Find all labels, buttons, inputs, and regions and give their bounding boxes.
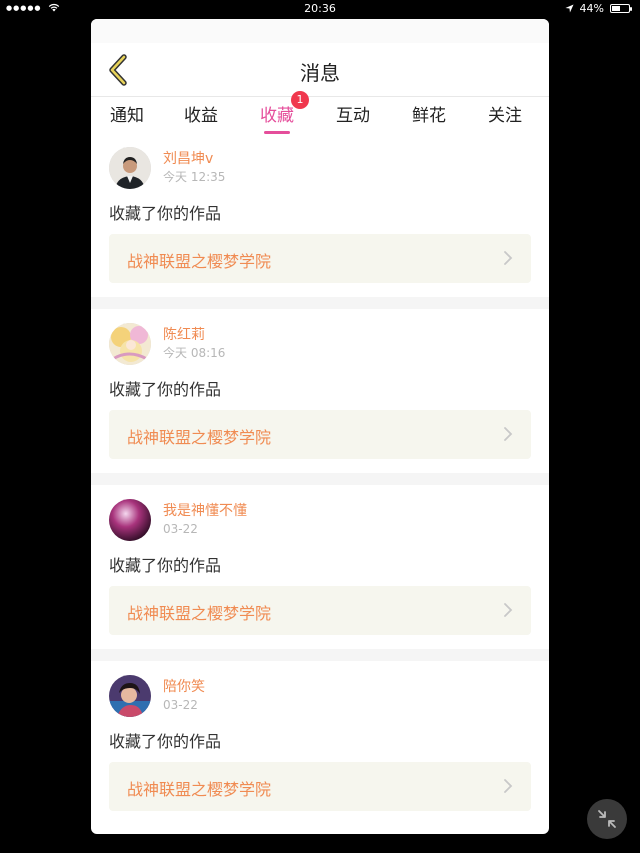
- chevron-right-icon: [504, 427, 513, 441]
- work-link[interactable]: 战神联盟之樱梦学院: [109, 762, 531, 811]
- unread-badge: 1: [291, 91, 309, 109]
- tab-label: 通知: [110, 106, 144, 126]
- message-meta: 陪你笑 03-22: [163, 679, 205, 713]
- message-item: 陪你笑 03-22 收藏了你的作品 战神联盟之樱梦学院: [91, 661, 549, 825]
- avatar-image: [109, 675, 151, 717]
- username[interactable]: 我是神懂不懂: [163, 503, 247, 520]
- avatar-image: [109, 499, 151, 541]
- work-title: 战神联盟之樱梦学院: [127, 780, 272, 799]
- collapse-arrows-icon: [598, 810, 616, 828]
- message-header: 陈红莉 今天 08:16: [109, 323, 531, 365]
- navigation-bar: 消息: [91, 43, 549, 97]
- message-item: 陈红莉 今天 08:16 收藏了你的作品 战神联盟之樱梦学院: [91, 309, 549, 473]
- tab-label: 收藏: [260, 106, 294, 126]
- action-text: 收藏了你的作品: [109, 204, 222, 223]
- work-title: 战神联盟之樱梦学院: [127, 252, 272, 271]
- battery-icon: [610, 4, 632, 13]
- message-item: 刘昌坤v 今天 12:35 收藏了你的作品 战神联盟之樱梦学院: [91, 133, 549, 297]
- status-bar: ●●●●● 20:36 44%: [0, 0, 640, 18]
- timestamp: 今天 12:35: [163, 170, 226, 184]
- chevron-right-icon: [504, 251, 513, 265]
- work-link[interactable]: 战神联盟之樱梦学院: [109, 234, 531, 283]
- status-time: 20:36: [304, 2, 336, 15]
- message-meta: 刘昌坤v 今天 12:35: [163, 151, 225, 185]
- page-title: 消息: [300, 61, 340, 85]
- message-meta: 我是神懂不懂 03-22: [163, 503, 247, 537]
- separator: [91, 649, 549, 661]
- message-header: 我是神懂不懂 03-22: [109, 499, 531, 541]
- work-link[interactable]: 战神联盟之樱梦学院: [109, 586, 531, 635]
- avatar[interactable]: [109, 147, 151, 189]
- tab-earnings[interactable]: 收益: [163, 101, 239, 126]
- chevron-right-icon: [504, 603, 513, 617]
- avatar[interactable]: [109, 323, 151, 365]
- avatar[interactable]: [109, 675, 151, 717]
- battery-fill: [612, 6, 620, 11]
- separator: [91, 473, 549, 485]
- timestamp: 今天 08:16: [163, 346, 226, 360]
- message-header: 刘昌坤v 今天 12:35: [109, 147, 531, 189]
- tab-favorites[interactable]: 收藏 1: [239, 91, 315, 134]
- avatar-image: [109, 147, 151, 189]
- tab-bar: 通知 收益 收藏 1 互动 鲜花 关注: [91, 91, 549, 134]
- panel-top-strip: [91, 19, 549, 43]
- action-text: 收藏了你的作品: [109, 556, 222, 575]
- separator: [91, 297, 549, 309]
- tab-label: 互动: [336, 106, 370, 126]
- username[interactable]: 陪你笑: [163, 679, 205, 696]
- chevron-right-icon: [504, 779, 513, 793]
- work-link[interactable]: 战神联盟之樱梦学院: [109, 410, 531, 459]
- work-title: 战神联盟之樱梦学院: [127, 604, 272, 623]
- work-title: 战神联盟之樱梦学院: [127, 428, 272, 447]
- message-header: 陪你笑 03-22: [109, 675, 531, 717]
- tab-follows[interactable]: 关注: [467, 101, 543, 126]
- avatar-image: [109, 323, 151, 365]
- tab-label: 鲜花: [412, 106, 446, 126]
- message-meta: 陈红莉 今天 08:16: [163, 327, 225, 361]
- timestamp: 03-22: [163, 522, 198, 536]
- message-list: 刘昌坤v 今天 12:35 收藏了你的作品 战神联盟之樱梦学院 陈红莉 今天 0…: [91, 133, 549, 825]
- timestamp: 03-22: [163, 698, 198, 712]
- battery-percent: 44%: [579, 2, 604, 15]
- location-arrow-icon: [564, 4, 574, 13]
- message-item: 我是神懂不懂 03-22 收藏了你的作品 战神联盟之樱梦学院: [91, 485, 549, 649]
- action-text: 收藏了你的作品: [109, 732, 222, 751]
- tab-notifications[interactable]: 通知: [91, 101, 163, 126]
- username[interactable]: 刘昌坤v: [163, 151, 225, 168]
- exit-fullscreen-button[interactable]: [587, 799, 627, 839]
- messages-panel: 消息 通知 收益 收藏 1 互动 鲜花 关注 刘昌坤v 今天 12:35 收藏了…: [91, 19, 549, 834]
- tab-label: 关注: [488, 106, 522, 126]
- tab-flowers[interactable]: 鲜花: [391, 101, 467, 126]
- avatar[interactable]: [109, 499, 151, 541]
- tab-label: 收益: [184, 106, 218, 126]
- active-tab-indicator: [264, 131, 290, 134]
- status-right: 44%: [564, 2, 632, 15]
- action-text: 收藏了你的作品: [109, 380, 222, 399]
- tab-interactions[interactable]: 互动: [315, 101, 391, 126]
- username[interactable]: 陈红莉: [163, 327, 225, 344]
